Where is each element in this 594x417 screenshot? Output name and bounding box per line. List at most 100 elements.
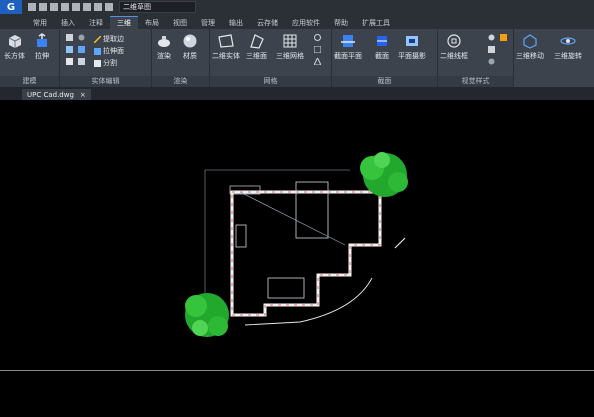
render-tool[interactable]: 渲染 [156,33,172,61]
ribbon-panel: 长方体 拉伸 建模 提取边 拉伸面 分割 实体编辑 渲染 材质 渲染 二维实体 … [0,29,594,87]
app-logo[interactable]: G [0,0,22,14]
3d-mesh-tool[interactable]: 三维网格 [276,33,304,61]
group-solid-editing: 提取边 拉伸面 分割 实体编辑 [60,29,152,87]
quick-access-toolbar [28,3,113,11]
separate-icon [94,59,101,67]
group-3d-move: 三维移动 三维旋转 [514,29,594,87]
courtyard-rect [295,181,329,239]
workspace-icon[interactable] [105,3,113,11]
gear-icon [488,34,495,41]
3d-rotate-tool[interactable]: 三维旋转 [554,33,582,61]
2d-wireframe-label: 二维线框 [440,52,468,60]
redo-icon[interactable] [94,3,102,11]
shell-icon [78,34,85,41]
boolean-subtract-button[interactable] [66,46,73,53]
slice-button[interactable] [78,58,85,65]
fillet-button[interactable] [78,46,85,53]
box-tool[interactable]: 长方体 [4,33,25,61]
mesh-option-button-2[interactable] [314,46,321,53]
material-tool[interactable]: 材质 [182,33,198,61]
title-bar: G 二维草图 [0,0,594,14]
tab-annotate[interactable]: 注释 [82,17,110,29]
new-file-icon[interactable] [28,3,36,11]
room-rect [267,277,305,299]
2d-solid-icon [218,34,234,48]
mesh-option-icon [314,34,321,41]
section-label: 截面 [375,52,389,60]
diagonal-line [239,191,346,246]
print-icon[interactable] [72,3,80,11]
2d-wireframe-tool[interactable]: 二维线框 [440,33,468,61]
flatshot-tool[interactable]: 平面摄影 [398,33,426,61]
building-outline [230,190,382,317]
workspace-label: 二维草图 [123,3,151,11]
group-modeling: 长方体 拉伸 建模 [0,29,60,87]
tab-help[interactable]: 帮助 [327,17,355,29]
shaded-cube-icon [500,34,507,41]
tab-common[interactable]: 常用 [26,17,54,29]
document-tab-label: UPC Cad.dwg [27,90,74,99]
tab-view[interactable]: 视图 [166,17,194,29]
intersect-icon [66,58,73,65]
group-label-solid-editing: 实体编辑 [60,76,151,87]
extract-edges-button[interactable]: 提取边 [94,34,124,44]
sphere-icon [488,58,495,65]
wireframe-icon [447,34,461,48]
2d-solid-label: 二维实体 [212,52,240,60]
mesh-option-button-1[interactable] [314,34,321,41]
tab-output[interactable]: 输出 [222,17,250,29]
3d-rotate-label: 三维旋转 [554,52,582,60]
cad-drawing [185,152,408,337]
separate-label: 分割 [103,59,117,67]
2d-solid-tool[interactable]: 二维实体 [212,33,240,61]
3d-move-label: 三维移动 [516,52,544,60]
section-plane-tool[interactable]: 截面平面 [334,33,362,61]
drawing-canvas[interactable] [0,100,594,415]
union-icon [66,34,73,41]
boolean-intersect-button[interactable] [66,58,73,65]
cube-icon [488,46,495,53]
3d-mesh-label: 三维网格 [276,52,304,60]
tab-extensions[interactable]: 扩展工具 [355,17,397,29]
box-label: 长方体 [4,52,25,60]
open-file-icon[interactable] [39,3,47,11]
3d-mesh-icon [283,34,297,48]
tab-3d[interactable]: 三维 [110,16,138,29]
visual-style-button-4[interactable] [488,58,495,65]
extrude-faces-icon [94,47,101,55]
tab-cloud[interactable]: 云存储 [250,17,285,29]
separate-button[interactable]: 分割 [94,58,117,68]
material-sphere-icon [183,34,197,48]
flatshot-label: 平面摄影 [398,52,426,60]
extract-edges-label: 提取边 [103,35,124,43]
stair-rect [235,224,247,248]
group-label-render: 渲染 [152,76,209,87]
save-icon[interactable] [50,3,58,11]
tab-manage[interactable]: 管理 [194,17,222,29]
mesh-option-button-3[interactable] [314,58,321,65]
extrude-faces-button[interactable]: 拉伸面 [94,46,124,56]
document-tab[interactable]: UPC Cad.dwg × [22,89,91,100]
3d-face-tool[interactable]: 三维面 [246,33,267,61]
visual-style-button-2[interactable] [500,34,507,41]
shell-button[interactable] [78,34,85,41]
ribbon-tabs: 常用 插入 注释 三维 布局 视图 管理 输出 云存储 应用软件 帮助 扩展工具 [0,14,594,29]
section-plane-icon [341,35,355,47]
tab-insert[interactable]: 插入 [54,17,82,29]
boolean-union-button[interactable] [66,34,73,41]
workspace-dropdown[interactable]: 二维草图 [119,1,196,13]
3d-move-tool[interactable]: 三维移动 [516,33,544,61]
visual-style-button-3[interactable] [488,46,495,53]
close-icon[interactable]: × [80,91,86,99]
render-label: 渲染 [157,52,171,60]
section-icon [377,36,387,46]
tab-layout[interactable]: 布局 [138,17,166,29]
mesh-option-icon [314,58,321,65]
slice-icon [78,58,85,65]
tab-apps[interactable]: 应用软件 [285,17,327,29]
save-as-icon[interactable] [61,3,69,11]
visual-style-button-1[interactable] [488,34,495,41]
extrude-tool[interactable]: 拉伸 [34,33,50,61]
undo-icon[interactable] [83,3,91,11]
section-tool[interactable]: 截面 [374,33,390,61]
